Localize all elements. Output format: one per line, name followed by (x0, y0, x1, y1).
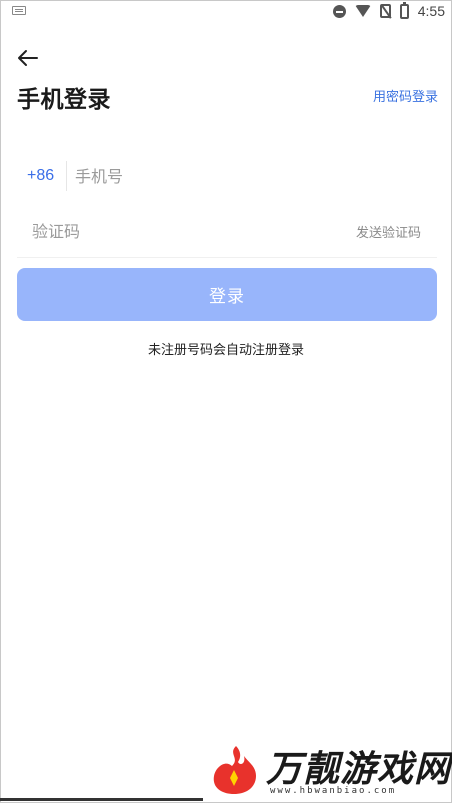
send-code-button[interactable]: 发送验证码 (356, 222, 421, 241)
page-title: 手机登录 (17, 87, 111, 113)
battery-charging-icon (399, 1, 409, 19)
country-code-selector[interactable]: +86 (27, 167, 54, 185)
verification-code-input[interactable] (32, 216, 292, 246)
divider (66, 161, 67, 191)
flame-logo-icon (213, 746, 256, 794)
password-login-link[interactable]: 用密码登录 (373, 86, 438, 105)
auto-register-hint: 未注册号码会自动注册登录 (147, 343, 304, 358)
code-row: 发送验证码 (17, 212, 437, 258)
watermark-url: www.hbwanbiao.com (270, 786, 397, 796)
watermark-text: 万靓游戏网 (266, 748, 452, 790)
status-icons: 4:55 (332, 1, 445, 20)
watermark: 万靓游戏网 www.hbwanbiao.com (204, 740, 452, 802)
wifi-icon (354, 5, 371, 17)
phone-row: +86 (17, 158, 437, 196)
back-button[interactable] (16, 46, 44, 72)
home-indicator (0, 798, 203, 801)
status-time: 4:55 (417, 3, 445, 19)
screen-frame (0, 0, 452, 803)
login-button[interactable]: 登录 (17, 268, 437, 321)
arrow-left-icon (18, 50, 38, 66)
status-bar: 4:55 (0, 0, 452, 22)
keyboard-icon (12, 6, 26, 15)
phone-input[interactable] (75, 161, 425, 191)
do-not-disturb-icon (332, 4, 346, 18)
no-sim-icon (379, 4, 391, 18)
